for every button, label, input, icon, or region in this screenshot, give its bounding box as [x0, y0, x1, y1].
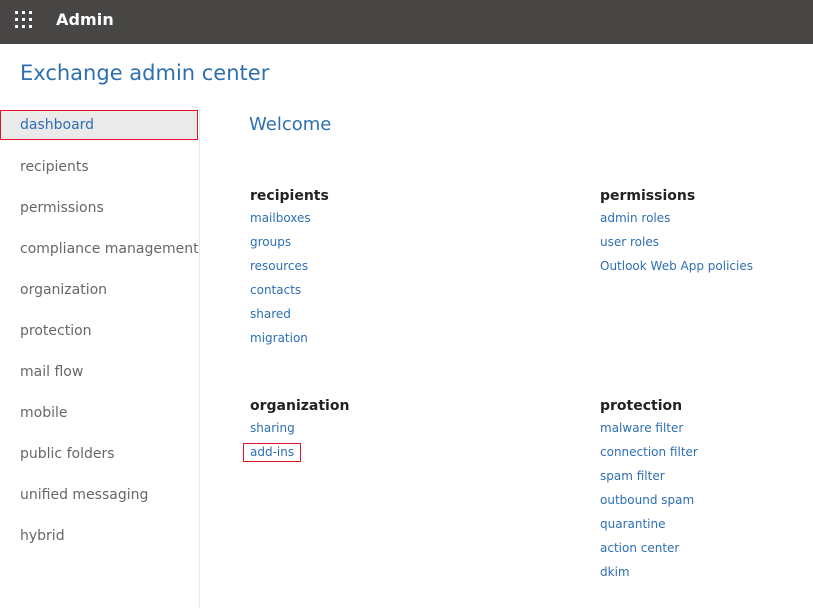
- link-mailboxes[interactable]: mailboxes: [250, 211, 311, 225]
- link-migration[interactable]: migration: [250, 331, 308, 345]
- sidebar-item-organization[interactable]: organization: [0, 275, 198, 305]
- top-bar: Admin: [0, 0, 813, 44]
- sidebar-item-public-folders[interactable]: public folders: [0, 439, 198, 469]
- top-bar-title: Admin: [56, 10, 114, 29]
- sidebar-item-permissions[interactable]: permissions: [0, 193, 198, 223]
- sidebar-item-hybrid[interactable]: hybrid: [0, 521, 198, 551]
- recipients-group-title: recipients: [250, 188, 329, 204]
- sidebar-item-unified-messaging[interactable]: unified messaging: [0, 480, 198, 510]
- link-sharing[interactable]: sharing: [250, 421, 295, 435]
- link-quarantine[interactable]: quarantine: [600, 517, 666, 531]
- link-contacts[interactable]: contacts: [250, 283, 301, 297]
- link-spam-filter[interactable]: spam filter: [600, 469, 665, 483]
- app-title: Exchange admin center: [20, 61, 270, 85]
- organization-group-title: organization: [250, 398, 350, 414]
- link-dkim[interactable]: dkim: [600, 565, 630, 579]
- protection-group-title: protection: [600, 398, 683, 414]
- permissions-group-title: permissions: [600, 188, 696, 204]
- link-malware-filter[interactable]: malware filter: [600, 421, 683, 435]
- sidebar-item-mail-flow[interactable]: mail flow: [0, 357, 198, 387]
- link-action-center[interactable]: action center: [600, 541, 679, 555]
- link-groups[interactable]: groups: [250, 235, 291, 249]
- link-resources[interactable]: resources: [250, 259, 308, 273]
- link-outlook-web-app-policies[interactable]: Outlook Web App policies: [600, 259, 753, 273]
- link-outbound-spam[interactable]: outbound spam: [600, 493, 694, 507]
- sidebar-item-dashboard[interactable]: dashboard: [0, 110, 198, 140]
- welcome-heading: Welcome: [249, 114, 332, 135]
- link-add-ins[interactable]: add-ins: [243, 443, 302, 462]
- link-user-roles[interactable]: user roles: [600, 235, 659, 249]
- sidebar-nav: dashboard recipients permissions complia…: [0, 109, 200, 608]
- link-connection-filter[interactable]: connection filter: [600, 445, 698, 459]
- sidebar-item-recipients[interactable]: recipients: [0, 152, 198, 182]
- link-admin-roles[interactable]: admin roles: [600, 211, 670, 225]
- waffle-grid-icon[interactable]: [15, 11, 32, 28]
- sidebar-item-mobile[interactable]: mobile: [0, 398, 198, 428]
- link-shared[interactable]: shared: [250, 307, 291, 321]
- sidebar-item-protection[interactable]: protection: [0, 316, 198, 346]
- sidebar-item-compliance-management[interactable]: compliance management: [0, 234, 199, 264]
